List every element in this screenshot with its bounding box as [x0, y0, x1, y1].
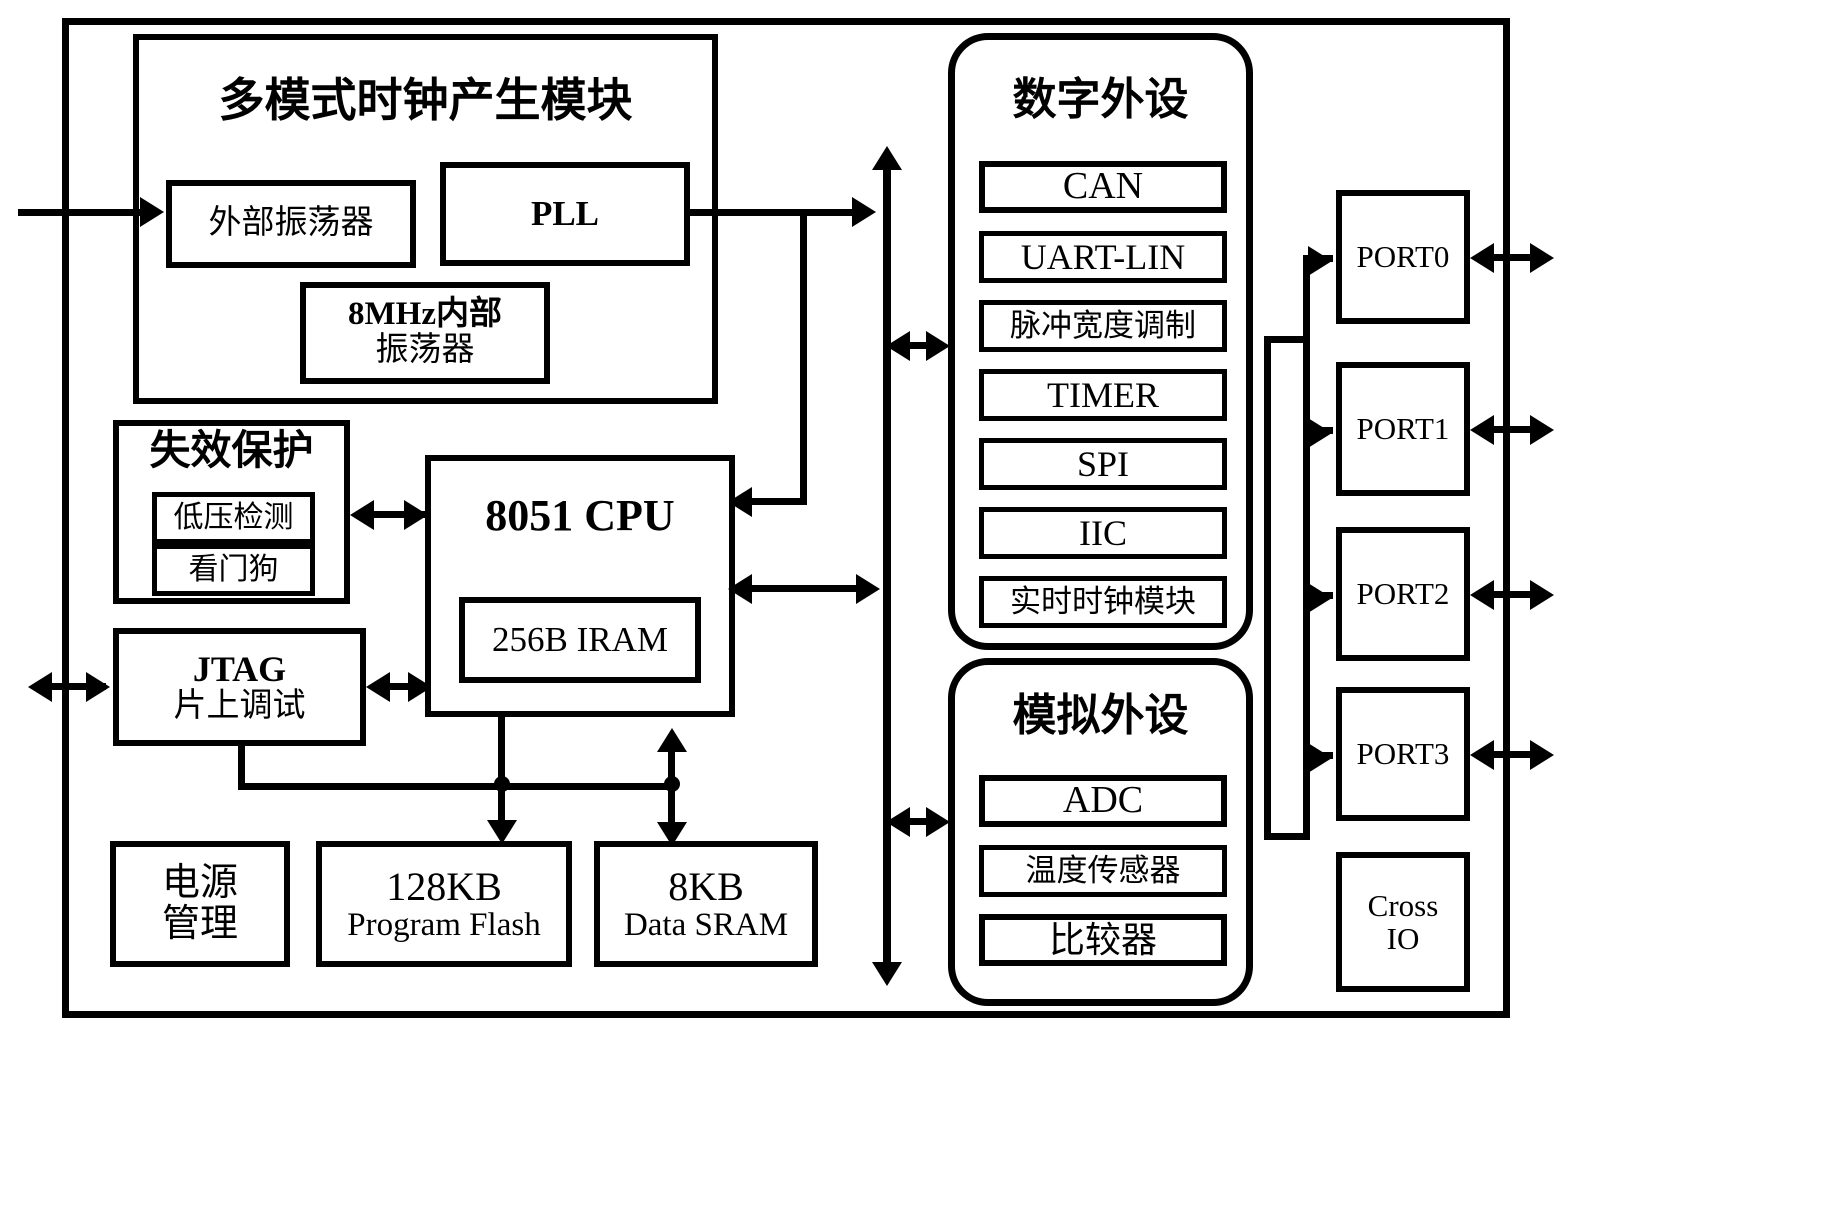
peripheral-rtc: 实时时钟模块 — [979, 576, 1227, 628]
port2-block: PORT2 — [1336, 527, 1470, 661]
data-sram-label-line2: Data SRAM — [623, 906, 789, 943]
port3-block: PORT3 — [1336, 687, 1470, 821]
port2-external-arrowhead-right-icon — [1530, 580, 1554, 610]
jtag-cpu-arrowhead-left-icon — [366, 672, 390, 702]
port1-external-arrowhead-left-icon — [1470, 415, 1494, 445]
analog-peripherals-title: 模拟外设 — [1012, 691, 1189, 740]
sram-bus-junction-dot — [664, 776, 680, 792]
external-oscillator-label: 外部振荡器 — [208, 205, 374, 242]
main-bus-arrowhead-bottom-icon — [872, 962, 902, 986]
data-sram-label-line1: 8KB — [668, 863, 744, 909]
bus-analog-arrowhead-left-icon — [886, 807, 910, 837]
port0-external-arrowhead-left-icon — [1470, 243, 1494, 273]
peripheral-rtc-label: 实时时钟模块 — [1010, 584, 1196, 620]
port2-arrowhead-icon — [1308, 583, 1332, 613]
peripheral-timer: TIMER — [979, 369, 1227, 421]
peripheral-can-label: CAN — [1062, 165, 1144, 208]
program-flash-label-line1: 128KB — [386, 863, 502, 909]
peripheral-adc: ADC — [979, 775, 1227, 827]
cpu-bus-arrowhead-right-icon — [856, 574, 880, 604]
cross-io-label-line1: Cross — [1367, 887, 1439, 923]
clock-module-title: 多模式时钟产生模块 — [218, 75, 633, 126]
failsafe-cpu-arrowhead-left-icon — [350, 500, 374, 530]
cpu-sram-arrowhead-up-icon — [657, 728, 687, 752]
peripheral-can: CAN — [979, 161, 1227, 213]
program-flash-block: 128KB Program Flash — [316, 841, 572, 967]
port0-label: PORT0 — [1356, 239, 1450, 275]
port1-arrowhead-icon — [1308, 418, 1332, 448]
data-sram-block: 8KB Data SRAM — [594, 841, 818, 967]
cpu-bus-arrowhead-left-icon — [728, 574, 752, 604]
peripheral-comparator: 比较器 — [979, 914, 1227, 966]
clock-out-arrowhead-icon — [852, 197, 876, 227]
peripheral-iic: IIC — [979, 507, 1227, 559]
power-management-block: 电源 管理 — [110, 841, 290, 967]
jtag-external-arrowhead-right-icon — [86, 672, 110, 702]
program-flash-label-line2: Program Flash — [347, 906, 541, 943]
power-management-label-line2: 管理 — [161, 903, 238, 945]
internal-oscillator-label-line1: 8MHz内部 — [348, 296, 502, 333]
external-oscillator-block: 外部振荡器 — [166, 180, 416, 268]
peripheral-timer-label: TIMER — [1047, 374, 1159, 415]
peripheral-comparator-label: 比较器 — [1048, 919, 1157, 960]
port3-label: PORT3 — [1356, 736, 1450, 772]
port-trunk-wire-v — [1264, 336, 1271, 840]
power-management-label-line1: 电源 — [161, 861, 238, 904]
failsafe-item-lvd-label: 低压检测 — [173, 500, 294, 534]
jtag-bus-wire-h — [238, 783, 676, 790]
clock-out-wire-h1 — [690, 209, 862, 216]
internal-oscillator-block: 8MHz内部 振荡器 — [300, 282, 550, 384]
digital-peripherals-title: 数字外设 — [1012, 75, 1189, 124]
failsafe-title: 失效保护 — [149, 427, 314, 473]
failsafe-item-watchdog-label: 看门狗 — [188, 552, 279, 586]
port1-block: PORT1 — [1336, 362, 1470, 496]
peripheral-pwm: 脉冲宽度调制 — [979, 300, 1227, 352]
peripheral-pwm-label: 脉冲宽度调制 — [1010, 308, 1196, 344]
port0-block: PORT0 — [1336, 190, 1470, 324]
block-diagram-canvas: 多模式时钟产生模块 外部振荡器 PLL 8MHz内部 振荡器 失效保护 低压检测… — [0, 0, 1836, 1232]
peripheral-adc-label: ADC — [1062, 779, 1144, 822]
peripheral-iic-label: IIC — [1079, 512, 1127, 553]
bus-analog-arrowhead-right-icon — [926, 807, 950, 837]
cross-io-block: Cross IO — [1336, 852, 1470, 992]
port2-label: PORT2 — [1356, 576, 1450, 612]
clock-out-wire-v — [800, 209, 807, 505]
port1-external-arrowhead-right-icon — [1530, 415, 1554, 445]
pll-label: PLL — [530, 194, 600, 234]
cross-io-label-line2: IO — [1386, 921, 1420, 956]
peripheral-temp-sensor: 温度传感器 — [979, 845, 1227, 897]
clock-input-wire — [18, 209, 146, 216]
flash-bus-junction-dot — [494, 776, 510, 792]
cpu-iram-block: 256B IRAM — [459, 597, 701, 683]
main-bus-arrowhead-top-icon — [872, 146, 902, 170]
peripheral-spi-label: SPI — [1076, 443, 1130, 484]
clock-input-arrowhead-icon — [140, 197, 164, 227]
peripheral-uart-lin: UART-LIN — [979, 231, 1227, 283]
port3-external-arrowhead-left-icon — [1470, 740, 1494, 770]
jtag-block: JTAG 片上调试 — [113, 628, 366, 746]
failsafe-item-lvd: 低压检测 — [152, 492, 315, 544]
port0-external-arrowhead-right-icon — [1530, 243, 1554, 273]
peripheral-uart-lin-label: UART-LIN — [1020, 236, 1186, 277]
port3-arrowhead-icon — [1308, 743, 1332, 773]
failsafe-item-watchdog: 看门狗 — [152, 544, 315, 596]
cpu-bus-wire — [742, 585, 872, 592]
jtag-external-arrowhead-left-icon — [28, 672, 52, 702]
pll-block: PLL — [440, 162, 690, 266]
jtag-label-line2: 片上调试 — [173, 687, 306, 724]
internal-oscillator-label-line2: 振荡器 — [375, 332, 475, 368]
peripheral-spi: SPI — [979, 438, 1227, 490]
bus-digital-arrowhead-right-icon — [926, 331, 950, 361]
peripheral-temp-sensor-label: 温度传感器 — [1025, 853, 1181, 889]
jtag-label-line1: JTAG — [192, 648, 287, 689]
port3-external-arrowhead-right-icon — [1530, 740, 1554, 770]
cpu-iram-label: 256B IRAM — [492, 620, 668, 660]
cpu-title: 8051 CPU — [485, 491, 675, 540]
bus-digital-arrowhead-left-icon — [886, 331, 910, 361]
main-bus-line — [883, 168, 891, 968]
port2-external-arrowhead-left-icon — [1470, 580, 1494, 610]
port1-label: PORT1 — [1356, 411, 1450, 447]
port0-arrowhead-icon — [1308, 246, 1332, 276]
